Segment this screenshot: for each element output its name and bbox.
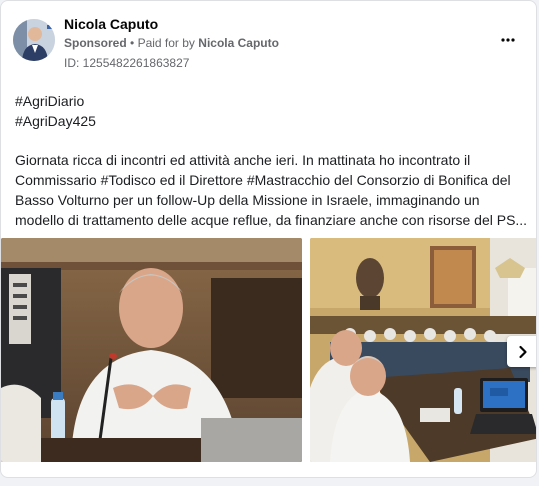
- post-text-line: Giornata ricca di incontri ed attività a…: [15, 152, 471, 168]
- post-text-line: Commissario #Todisco ed il Direttore #Ma…: [15, 172, 511, 188]
- chevron-right-icon: [518, 345, 527, 358]
- post-text-line: Basso Volturno per un follow-Up della Mi…: [15, 192, 480, 208]
- post-text-line[interactable]: #AgriDay425: [15, 111, 525, 131]
- author-name[interactable]: Nicola Caputo: [64, 16, 158, 32]
- paid-for-name[interactable]: Nicola Caputo: [198, 36, 279, 50]
- paid-for-label: Paid for by: [137, 36, 195, 50]
- more-horizontal-icon: [501, 38, 515, 42]
- ad-card: Nicola Caputo Sponsored • Paid for by Ni…: [0, 0, 537, 478]
- post-text-line: modello di trattamento delle acque reflu…: [15, 212, 528, 228]
- post-text: #AgriDiario #AgriDay425 Giornata ricca d…: [15, 91, 528, 230]
- carousel-image[interactable]: [310, 238, 536, 462]
- sponsored-meta: Sponsored • Paid for by Nicola Caputo: [64, 36, 279, 50]
- avatar[interactable]: [13, 19, 55, 61]
- image-carousel: [1, 238, 536, 464]
- post-text-line: [15, 131, 525, 150]
- sponsored-label: Sponsored: [64, 36, 127, 50]
- post-text-line[interactable]: #AgriDiario: [15, 91, 525, 111]
- meta-separator: •: [130, 36, 135, 50]
- more-options-button[interactable]: [494, 29, 522, 51]
- library-id: ID: 1255482261863827: [64, 56, 190, 70]
- carousel-image[interactable]: [1, 238, 302, 462]
- post-header: Nicola Caputo Sponsored • Paid for by Ni…: [1, 1, 536, 81]
- carousel-next-button[interactable]: [507, 336, 536, 367]
